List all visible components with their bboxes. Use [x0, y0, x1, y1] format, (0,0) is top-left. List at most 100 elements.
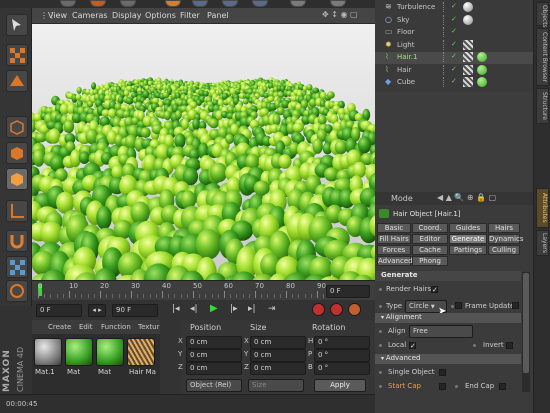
enabled-check-icon[interactable]: ✓: [451, 65, 457, 73]
object-name[interactable]: Hair: [397, 66, 411, 74]
size-field[interactable]: 0 cm: [250, 349, 306, 362]
autokey-icon[interactable]: [330, 303, 343, 316]
enabled-check-icon[interactable]: ✓: [451, 40, 457, 48]
menu-display[interactable]: Display: [112, 11, 142, 20]
rotation-field[interactable]: 0 °: [314, 349, 370, 362]
size-mode-select[interactable]: Size: [248, 379, 304, 392]
material-swatch[interactable]: [65, 338, 93, 366]
record-icon[interactable]: [312, 303, 325, 316]
mode-menu[interactable]: Mode: [391, 194, 413, 203]
toolbar-icon[interactable]: [252, 0, 268, 7]
workplane-icon[interactable]: [6, 280, 28, 302]
align-select[interactable]: Free: [409, 325, 473, 338]
tab-basic[interactable]: Basic: [377, 223, 411, 233]
render-hairs-checkbox[interactable]: ✓: [431, 286, 438, 294]
rotation-field[interactable]: 0 °: [314, 336, 370, 349]
rotation-field[interactable]: 0 °: [314, 362, 370, 375]
menu-panel[interactable]: Panel: [207, 11, 229, 20]
material-swatch[interactable]: [127, 338, 155, 366]
object-mode-icon[interactable]: [6, 168, 28, 190]
object-row[interactable]: ◆ Cube ✓: [375, 77, 533, 89]
step-back-icon[interactable]: ◂|: [190, 304, 198, 314]
object-row[interactable]: ○ Sky ✓: [375, 14, 533, 27]
menu-cameras[interactable]: Cameras: [72, 11, 108, 20]
tab-cache[interactable]: Cache: [412, 245, 448, 255]
toolbar-icon[interactable]: [222, 0, 238, 7]
toolbar-icon[interactable]: [330, 0, 346, 7]
toolbar-icon[interactable]: [60, 0, 76, 7]
checker-texture-icon[interactable]: [6, 44, 28, 66]
enabled-check-icon[interactable]: ✓: [451, 52, 457, 60]
enabled-check-icon[interactable]: ✓: [451, 15, 457, 23]
material-tag-icon[interactable]: [463, 14, 473, 25]
goto-end-icon[interactable]: ▸|: [248, 304, 256, 314]
tab-attributes[interactable]: Attributes: [536, 188, 549, 228]
tab-structure[interactable]: Structure: [536, 88, 549, 124]
tag-icon[interactable]: [463, 64, 473, 75]
tab-culling[interactable]: Culling: [488, 245, 520, 255]
menu-edit[interactable]: Edit: [79, 323, 93, 331]
size-field[interactable]: 0 cm: [250, 336, 306, 349]
invert-checkbox[interactable]: [506, 342, 513, 349]
material-tag-icon[interactable]: [463, 2, 473, 12]
menu-filter[interactable]: Filter: [180, 11, 200, 20]
object-name[interactable]: Sky: [397, 16, 409, 24]
object-name[interactable]: Hair.1: [397, 53, 417, 61]
menu-view[interactable]: View: [48, 11, 67, 20]
polygon-mode-icon[interactable]: [6, 142, 28, 164]
object-row[interactable]: ✹ Light ✓: [375, 39, 533, 52]
tab-dynamics[interactable]: Dynamics: [488, 234, 524, 244]
start-frame-field[interactable]: 0 F: [36, 304, 82, 317]
position-field[interactable]: 0 cm: [186, 349, 242, 362]
enabled-check-icon[interactable]: ✓: [451, 77, 457, 85]
texture-grid-icon[interactable]: [6, 70, 28, 92]
alignment-section-header[interactable]: ▾ Alignment: [375, 313, 521, 323]
tab-phong[interactable]: Phong: [412, 256, 448, 266]
tab-layers[interactable]: Layers: [536, 230, 549, 256]
toolbar-icon[interactable]: [192, 0, 208, 7]
keyframe-icon[interactable]: [348, 303, 361, 316]
material-swatch[interactable]: [34, 338, 62, 366]
timeline-ruler[interactable]: 0 10 20 30 40 50 60 70 80 90 0 F: [32, 280, 375, 300]
tab-coord[interactable]: Coord.: [412, 223, 448, 233]
frame-update-checkbox[interactable]: [455, 302, 462, 309]
current-frame-field[interactable]: 0 F: [326, 285, 370, 298]
menu-create[interactable]: Create: [48, 323, 71, 331]
magnet-icon[interactable]: [6, 230, 28, 252]
attribute-scrollbar[interactable]: [522, 272, 530, 392]
axis-icon[interactable]: [6, 200, 28, 222]
object-name[interactable]: Light: [397, 41, 414, 49]
tab-advanced[interactable]: Advanced: [377, 256, 413, 266]
object-name[interactable]: Turbulence: [397, 3, 435, 11]
selection-tool-icon[interactable]: [6, 14, 28, 36]
end-cap-checkbox[interactable]: [499, 383, 506, 390]
object-row[interactable]: ≋ Turbulence ✓: [375, 2, 533, 14]
advanced-section-header[interactable]: ▾ Advanced: [375, 354, 521, 364]
grid-snap-icon[interactable]: [6, 256, 28, 278]
apply-button[interactable]: Apply: [314, 379, 366, 392]
toolbar-icon[interactable]: [165, 0, 181, 7]
cube-edit-icon[interactable]: [6, 116, 28, 138]
single-object-checkbox[interactable]: [439, 369, 446, 376]
scrollbar-thumb[interactable]: [523, 273, 529, 373]
menu-options[interactable]: Options: [145, 11, 176, 20]
frame-stepper[interactable]: ◂ ▸: [88, 304, 106, 317]
menu-texture[interactable]: Textur: [138, 323, 159, 331]
toolbar-icon[interactable]: [120, 0, 136, 7]
goto-start-icon[interactable]: |◂: [172, 304, 180, 314]
start-cap-checkbox[interactable]: [439, 383, 446, 390]
tag-icon[interactable]: [463, 52, 473, 62]
frame-update-checkbox-right[interactable]: [512, 302, 519, 309]
attribute-nav-icons[interactable]: ◀ ▲ 🔍 ⊕ 🔒 ▢: [437, 193, 496, 202]
object-row[interactable]: ⌇ Hair.1 ✓: [375, 52, 533, 64]
viewport[interactable]: [32, 24, 375, 280]
position-field[interactable]: 0 cm: [186, 336, 242, 349]
tag-icon[interactable]: [463, 39, 473, 50]
tab-content-browser[interactable]: Content Browser: [536, 28, 549, 86]
local-checkbox[interactable]: ✓: [409, 342, 416, 350]
material-tag-icon[interactable]: [477, 77, 487, 87]
tag-icon[interactable]: [463, 77, 473, 87]
object-row[interactable]: ▭ Floor ✓: [375, 27, 533, 39]
position-field[interactable]: 0 cm: [186, 362, 242, 375]
tab-forces[interactable]: Forces: [377, 245, 411, 255]
